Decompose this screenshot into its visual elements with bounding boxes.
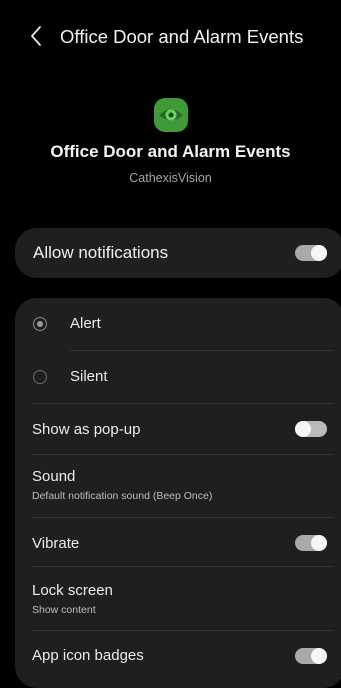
alert-radio[interactable]	[33, 317, 47, 331]
app-icon-badges-toggle[interactable]	[295, 648, 327, 664]
app-title: Office Door and Alarm Events	[50, 142, 291, 161]
app-info: Office Door and Alarm Events CathexisVis…	[0, 98, 341, 185]
silent-label: Silent	[70, 368, 108, 385]
sound-value: Default notification sound (Beep Once)	[32, 490, 213, 502]
allow-notifications-label: Allow notifications	[33, 243, 169, 262]
silent-option[interactable]: Silent	[15, 351, 341, 403]
toggle-knob	[295, 421, 311, 437]
vibrate-toggle[interactable]	[295, 535, 327, 551]
lock-screen-label: Lock screen	[32, 582, 113, 599]
vibrate-label: Vibrate	[32, 535, 80, 552]
sound-row[interactable]: Sound Default notification sound (Beep O…	[15, 455, 341, 517]
page-title: Office Door and Alarm Events	[60, 26, 304, 47]
alert-label: Alert	[70, 315, 101, 332]
popup-toggle[interactable]	[295, 421, 327, 437]
silent-radio[interactable]	[33, 370, 47, 384]
popup-row[interactable]: Show as pop-up	[15, 404, 341, 454]
app-icon-badges-label: App icon badges	[32, 647, 144, 664]
toggle-knob	[311, 245, 327, 261]
settings-card: Alert Silent Show as pop-up Sound Defaul…	[15, 298, 341, 688]
eye-icon	[153, 98, 188, 132]
sound-label: Sound	[32, 468, 76, 485]
allow-notifications-toggle[interactable]	[295, 245, 327, 261]
lock-screen-row[interactable]: Lock screen Show content	[15, 567, 341, 629]
app-bar: Office Door and Alarm Events	[0, 0, 341, 76]
allow-notifications-row[interactable]: Allow notifications	[15, 228, 341, 278]
toggle-knob	[311, 535, 327, 551]
lock-screen-value: Show content	[32, 604, 96, 616]
app-icon-badges-row[interactable]: App icon badges	[15, 631, 341, 681]
chevron-left-icon[interactable]	[29, 25, 43, 47]
toggle-knob	[311, 648, 327, 664]
popup-label: Show as pop-up	[32, 421, 141, 438]
alert-option[interactable]: Alert	[15, 298, 341, 350]
app-subtitle: CathexisVision	[129, 171, 212, 185]
vibrate-row[interactable]: Vibrate	[15, 518, 341, 566]
